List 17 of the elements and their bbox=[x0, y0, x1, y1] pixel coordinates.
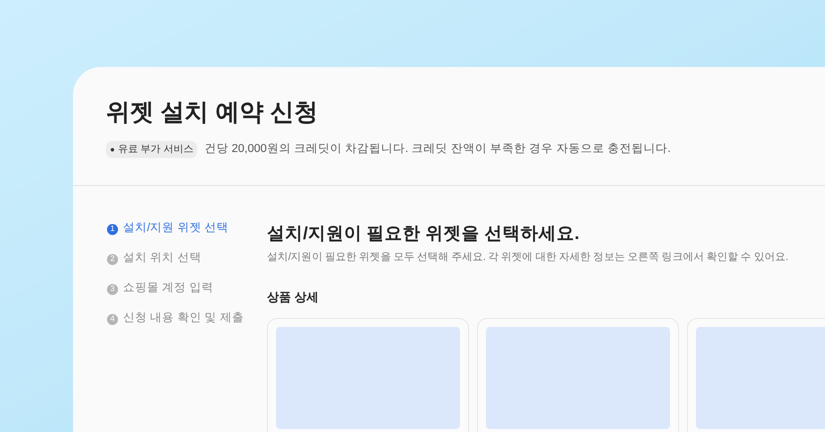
paid-service-badge: ● 유료 부가 서비스 bbox=[106, 141, 198, 158]
step-link[interactable]: 설치/지원 위젯 선택 bbox=[123, 220, 229, 238]
section-heading: 설치/지원이 필요한 위젯을 선택하세요. bbox=[267, 222, 580, 245]
step-number: 2 bbox=[107, 254, 118, 264]
product-card[interactable] bbox=[267, 318, 469, 432]
step-link[interactable]: 신청 내용 확인 및 제출 bbox=[123, 310, 244, 328]
step-number: 4 bbox=[107, 314, 118, 324]
product-card[interactable] bbox=[477, 318, 679, 432]
page-title: 위젯 설치 예약 신청 bbox=[106, 98, 320, 128]
subsection-title: 상품 상세 bbox=[267, 288, 320, 306]
step-link[interactable]: 쇼핑몰 계정 입력 bbox=[123, 280, 214, 298]
step-number: 1 bbox=[107, 224, 118, 234]
description-text: 설치/지원이 필요한 위젯을 모두 선택해 주세요. 각 위젯에 대한 자세한 정보는 오른쪽 링크에서 확인할 수 있어요. bbox=[267, 250, 790, 265]
info-icon: ● bbox=[110, 144, 115, 156]
step-link[interactable]: 설치 위치 선택 bbox=[123, 250, 202, 268]
step-number: 3 bbox=[107, 284, 118, 294]
notice-text: 건당 20,000원의 크레딧이 차감됩니다. 크레딧 잔액이 부족한 경우 자동으로 충전됩니다. bbox=[204, 142, 671, 157]
